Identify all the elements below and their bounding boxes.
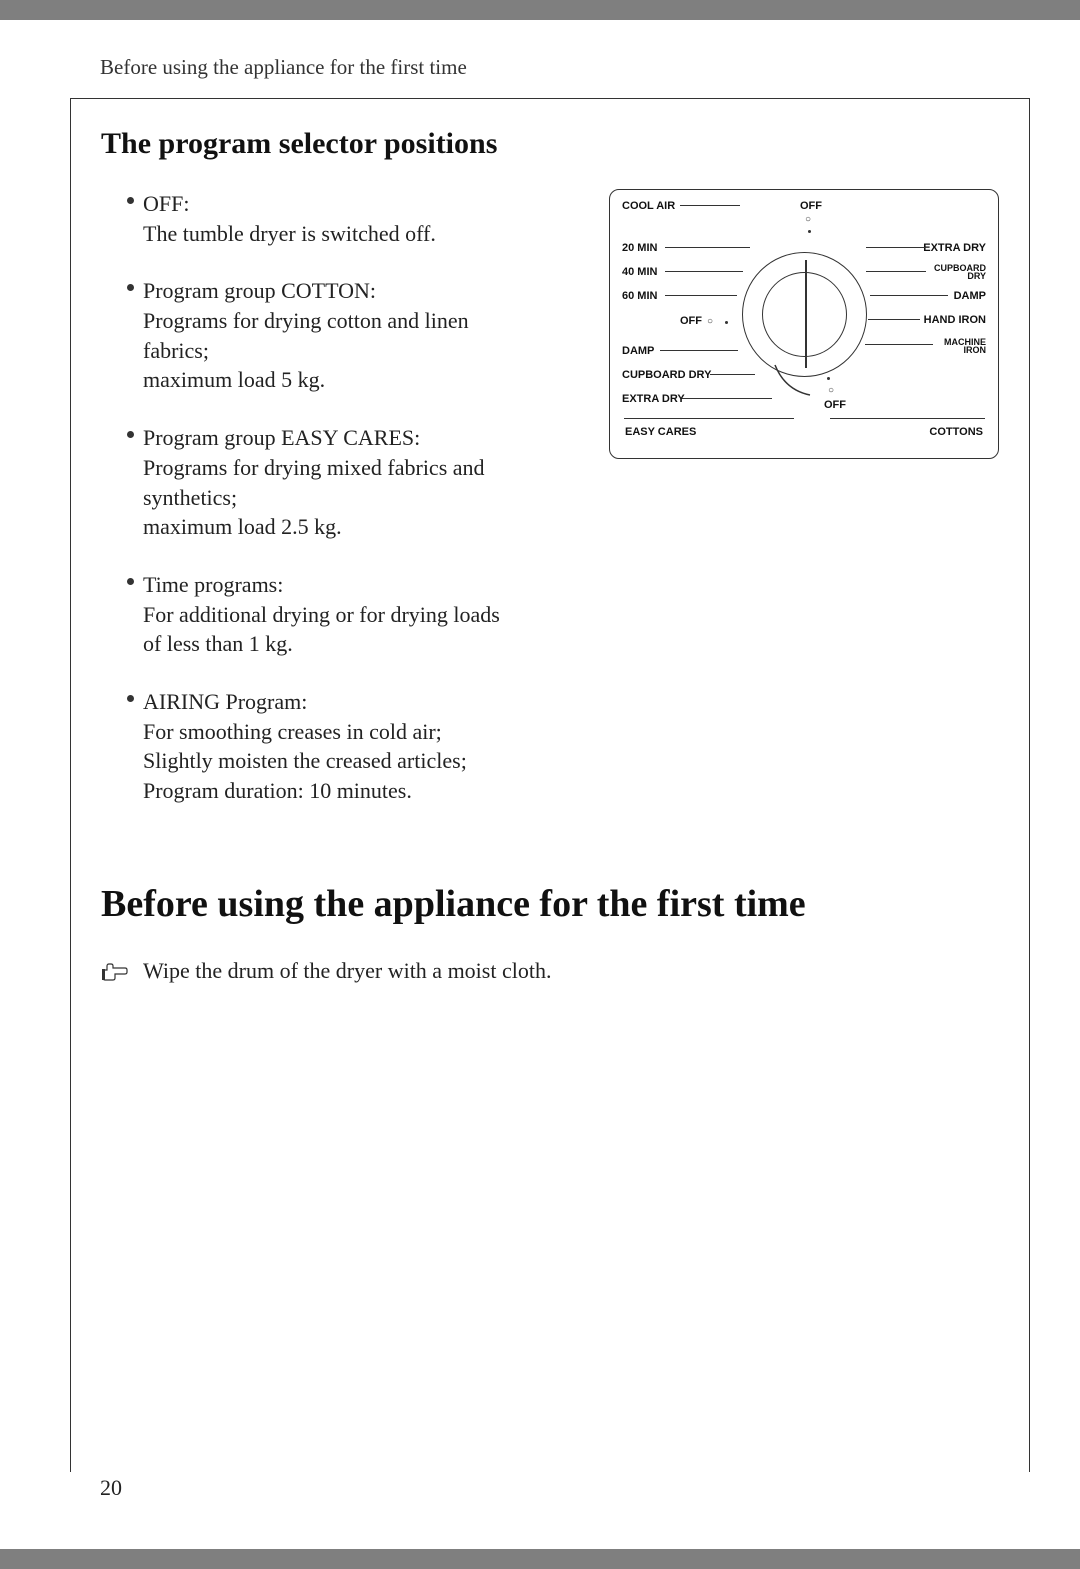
subsection-title: The program selector positions — [101, 127, 999, 161]
dial-label-cool-air: COOL AIR — [622, 200, 675, 212]
bullet-icon — [127, 431, 134, 438]
running-header: Before using the appliance for the first… — [100, 55, 1030, 80]
pointing-hand-icon — [101, 962, 129, 982]
bullet-text: Program group COTTON: Programs for dryin… — [143, 276, 501, 395]
bullet-item: Program group EASY CARES: Programs for d… — [101, 423, 501, 542]
bullet-item: OFF: The tumble dryer is switched off. — [101, 189, 501, 248]
document-page: Before using the appliance for the first… — [0, 20, 1080, 1549]
diagram-column: COOL AIR OFF ○ 20 MIN 40 MIN 60 MIN OFF — [521, 189, 999, 834]
instruction-row: Wipe the drum of the dryer with a moist … — [101, 958, 999, 984]
bullet-item: Time programs: For additional drying or … — [101, 570, 501, 659]
bullet-text: AIRING Program: For smoothing creases in… — [143, 687, 501, 806]
dial-label-damp-right: DAMP — [954, 290, 986, 302]
dial-label-machine-iron: MACHINEIRON — [944, 338, 986, 354]
bullet-icon — [127, 695, 134, 702]
text-column: OFF: The tumble dryer is switched off. P… — [101, 189, 501, 834]
dial-label-damp-left: DAMP — [622, 345, 654, 357]
bullet-icon — [127, 284, 134, 291]
content-frame: The program selector positions OFF: The … — [70, 98, 1030, 1472]
dial-label-extra-dry-right: EXTRA DRY — [923, 242, 986, 254]
dial-label-hand-iron: HAND IRON — [924, 314, 986, 326]
dial-label-cupboard-dry-right: CUPBOARDDRY — [934, 264, 986, 280]
dial-needle — [805, 260, 807, 368]
dial-label-off-top: OFF — [800, 200, 822, 212]
dial-label-40min: 40 MIN — [622, 266, 657, 278]
dial-label-cottons: COTTONS — [929, 426, 983, 438]
instruction-text: Wipe the drum of the dryer with a moist … — [143, 958, 551, 984]
dial-tick-arc — [770, 360, 820, 410]
program-selector-dial-diagram: COOL AIR OFF ○ 20 MIN 40 MIN 60 MIN OFF — [609, 189, 999, 459]
bullet-text: Program group EASY CARES: Programs for d… — [143, 423, 501, 542]
bullet-text: OFF: The tumble dryer is switched off. — [143, 189, 501, 248]
dial-label-off-bottom: OFF — [824, 399, 846, 411]
bullet-item: AIRING Program: For smoothing creases in… — [101, 687, 501, 806]
bullet-icon — [127, 578, 134, 585]
dial-label-60min: 60 MIN — [622, 290, 657, 302]
bullet-text: Time programs: For additional drying or … — [143, 570, 501, 659]
bullet-icon — [127, 197, 134, 204]
dial-label-easy-cares: EASY CARES — [625, 426, 696, 438]
content-wrapper: OFF: The tumble dryer is switched off. P… — [101, 189, 999, 834]
dial-label-cupboard-dry-left: CUPBOARD DRY — [622, 369, 711, 381]
section-title: Before using the appliance for the first… — [101, 882, 999, 926]
bullet-item: Program group COTTON: Programs for dryin… — [101, 276, 501, 395]
dial-label-extra-dry-left: EXTRA DRY — [622, 393, 685, 405]
page-number: 20 — [100, 1475, 122, 1501]
dial-label-off-left: OFF — [680, 315, 702, 327]
dial-label-20min: 20 MIN — [622, 242, 657, 254]
